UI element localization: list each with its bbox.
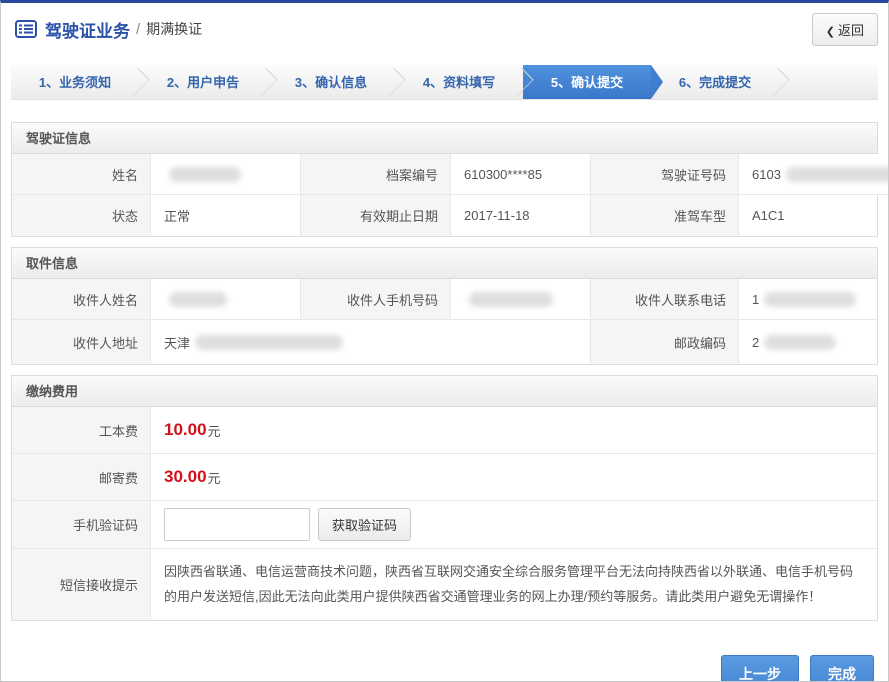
chevron-left-icon: ❮ — [826, 26, 835, 38]
postcode-value: 2 — [739, 320, 877, 364]
redacted-recipient — [169, 292, 227, 307]
file-no-value: 610300****85 — [451, 154, 591, 195]
license-section-title: 驾驶证信息 — [12, 123, 877, 154]
recipient-phone-label: 收件人联系电话 — [591, 279, 739, 320]
redacted-address — [195, 335, 343, 350]
post-fee-unit: 元 — [208, 468, 221, 487]
page-header: 驾驶证业务 / 期满换证 ❮返回 — [1, 3, 888, 55]
pickup-section-title: 取件信息 — [12, 248, 877, 279]
expiry-value: 2017-11-18 — [451, 195, 591, 236]
recipient-mobile-label: 收件人手机号码 — [301, 279, 451, 320]
file-no-label: 档案编号 — [301, 154, 451, 195]
captcha-label: 手机验证码 — [12, 501, 151, 549]
captcha-input[interactable] — [164, 508, 310, 541]
redacted-mobile — [469, 292, 553, 307]
recipient-name-value — [151, 279, 301, 320]
redacted-phone — [764, 292, 856, 307]
license-no-label: 驾驶证号码 — [591, 154, 739, 195]
vehicle-type-value: A1C1 — [739, 195, 877, 236]
post-fee-amount: 30.00 — [164, 467, 207, 487]
footer-actions: 上一步 完成 — [1, 631, 888, 682]
work-fee-amount: 10.00 — [164, 420, 207, 440]
work-fee-label: 工本费 — [12, 407, 151, 454]
back-button-label: 返回 — [838, 23, 864, 38]
step-navigation: 1、业务须知 2、用户申告 3、确认信息 4、资料填写 5、确认提交 6、完成提… — [11, 65, 878, 100]
recipient-mobile-value — [451, 279, 591, 320]
get-captcha-button[interactable]: 获取验证码 — [318, 508, 411, 541]
redacted-postcode — [764, 335, 836, 350]
name-value — [151, 154, 301, 195]
license-renewal-page: 驾驶证业务 / 期满换证 ❮返回 1、业务须知 2、用户申告 3、确认信息 4、… — [0, 0, 889, 682]
license-info-section: 驾驶证信息 姓名 档案编号 610300****85 驾驶证号码 6103 状态… — [11, 122, 878, 237]
sms-notice-label: 短信接收提示 — [12, 549, 151, 620]
post-fee-value: 30.00元 — [151, 454, 877, 501]
status-value: 正常 — [151, 195, 301, 236]
step-4-fill-data[interactable]: 4、资料填写 — [395, 65, 523, 99]
post-fee-label: 邮寄费 — [12, 454, 151, 501]
work-fee-unit: 元 — [208, 421, 221, 440]
recipient-name-label: 收件人姓名 — [12, 279, 151, 320]
step-3-confirm-info[interactable]: 3、确认信息 — [267, 65, 395, 99]
payment-section-title: 缴纳费用 — [12, 376, 877, 407]
step-2-declaration[interactable]: 2、用户申告 — [139, 65, 267, 99]
breadcrumb-current: 期满换证 — [146, 19, 202, 39]
payment-section: 缴纳费用 工本费 10.00元 邮寄费 30.00元 手机验证码 获取验证码 短… — [11, 375, 878, 621]
recipient-address-label: 收件人地址 — [12, 320, 151, 364]
recipient-address-value: 天津 — [151, 320, 591, 364]
license-no-value: 6103 — [739, 154, 889, 195]
captcha-field-cell: 获取验证码 — [151, 501, 877, 549]
pickup-info-section: 取件信息 收件人姓名 收件人手机号码 收件人联系电话 1 收件人地址 天津 邮政… — [11, 247, 878, 365]
postcode-label: 邮政编码 — [591, 320, 739, 364]
step-5-confirm-submit[interactable]: 5、确认提交 — [523, 65, 651, 99]
step-6-complete[interactable]: 6、完成提交 — [651, 65, 779, 99]
recipient-phone-value: 1 — [739, 279, 877, 320]
breadcrumb-separator: / — [136, 21, 140, 38]
redacted-license-no — [786, 167, 889, 182]
work-fee-value: 10.00元 — [151, 407, 877, 454]
expiry-label: 有效期止日期 — [301, 195, 451, 236]
page-title: 驾驶证业务 — [45, 17, 130, 42]
redacted-name — [169, 167, 241, 182]
name-label: 姓名 — [12, 154, 151, 195]
finish-button[interactable]: 完成 — [810, 655, 874, 682]
step-1-notice[interactable]: 1、业务须知 — [11, 65, 139, 99]
prev-step-button[interactable]: 上一步 — [721, 655, 799, 682]
sms-notice-text: 因陕西省联通、电信运营商技术问题，陕西省互联网交通安全综合服务管理平台无法向持陕… — [151, 549, 877, 620]
list-icon — [15, 20, 37, 38]
status-label: 状态 — [12, 195, 151, 236]
vehicle-type-label: 准驾车型 — [591, 195, 739, 236]
back-button[interactable]: ❮返回 — [812, 13, 878, 46]
